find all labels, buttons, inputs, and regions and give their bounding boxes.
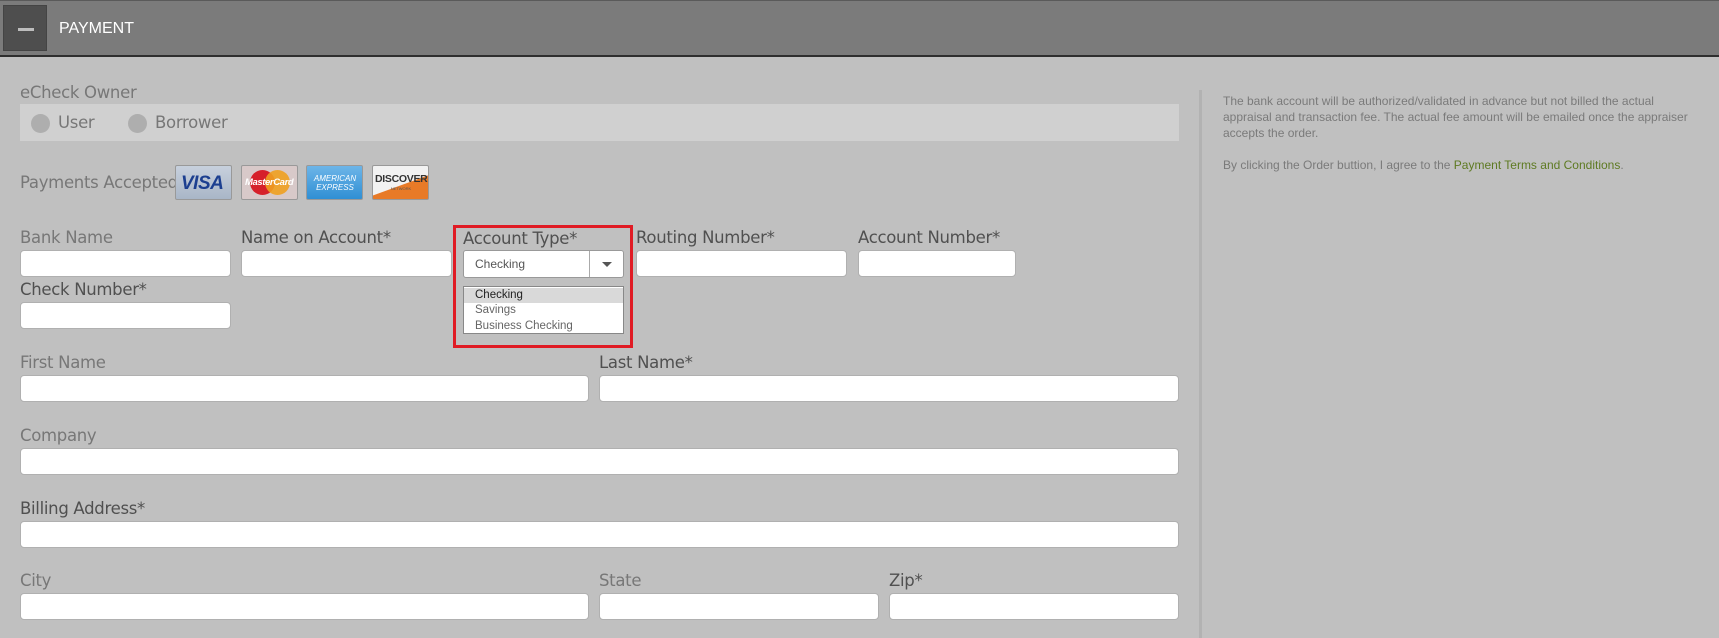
zip-label: Zip* — [889, 571, 923, 590]
last-name-input[interactable] — [599, 375, 1179, 402]
discover-logo-subtext: NETWORK — [390, 186, 412, 191]
first-name-input[interactable] — [20, 375, 589, 402]
amex-logo: AMERICAN EXPRESS — [306, 165, 363, 200]
state-label: State — [599, 571, 642, 590]
city-input[interactable] — [20, 593, 589, 620]
discover-logo: DISCOVER NETWORK — [372, 165, 429, 200]
discover-logo-text: DISCOVER — [375, 173, 428, 185]
echeck-owner-label: eCheck Owner — [20, 83, 137, 102]
routing-number-input[interactable] — [636, 250, 847, 277]
bank-name-label: Bank Name — [20, 228, 113, 247]
visa-logo-text: VISA — [181, 173, 224, 194]
radio-borrower-label[interactable]: Borrower — [155, 113, 228, 132]
visa-logo: VISA — [175, 165, 232, 200]
sidebar-divider — [1199, 90, 1202, 638]
billing-address-input[interactable] — [20, 521, 1179, 548]
routing-number-label: Routing Number* — [636, 228, 775, 247]
company-input[interactable] — [20, 448, 1179, 475]
radio-user-label[interactable]: User — [58, 113, 95, 132]
company-label: Company — [20, 426, 97, 445]
echeck-owner-radio-group: User Borrower — [20, 104, 1179, 141]
payments-accepted-label: Payments Accepted: — [20, 173, 184, 192]
mastercard-logo-text: MasterCard — [245, 177, 294, 188]
mastercard-logo: MasterCard — [241, 165, 298, 200]
payment-terms-link[interactable]: Payment Terms and Conditions — [1454, 158, 1621, 172]
payment-header: PAYMENT — [0, 0, 1719, 57]
account-type-highlight-box — [453, 225, 633, 348]
check-number-label: Check Number* — [20, 280, 147, 299]
last-name-label: Last Name* — [599, 353, 693, 372]
terms-agreement-suffix: . — [1620, 158, 1624, 172]
check-number-input[interactable] — [20, 302, 231, 329]
authorization-notice: The bank account will be authorized/vali… — [1223, 94, 1688, 140]
collapse-button[interactable] — [3, 5, 47, 51]
first-name-label: First Name — [20, 353, 106, 372]
minus-icon — [18, 28, 34, 31]
radio-user[interactable] — [31, 114, 50, 133]
state-input[interactable] — [599, 593, 879, 620]
account-number-label: Account Number* — [858, 228, 1000, 247]
name-on-account-input[interactable] — [241, 250, 452, 277]
radio-borrower[interactable] — [128, 114, 147, 133]
section-title: PAYMENT — [59, 20, 134, 37]
name-on-account-label: Name on Account* — [241, 228, 391, 247]
city-label: City — [20, 571, 52, 590]
account-number-input[interactable] — [858, 250, 1016, 277]
bank-name-input[interactable] — [20, 250, 231, 277]
terms-agreement-text: By clicking the Order buttion, I agree t… — [1223, 158, 1454, 172]
billing-address-label: Billing Address* — [20, 499, 145, 518]
terms-agreement: By clicking the Order buttion, I agree t… — [1223, 157, 1703, 173]
zip-input[interactable] — [889, 593, 1179, 620]
amex-logo-text: AMERICAN EXPRESS — [313, 174, 357, 192]
